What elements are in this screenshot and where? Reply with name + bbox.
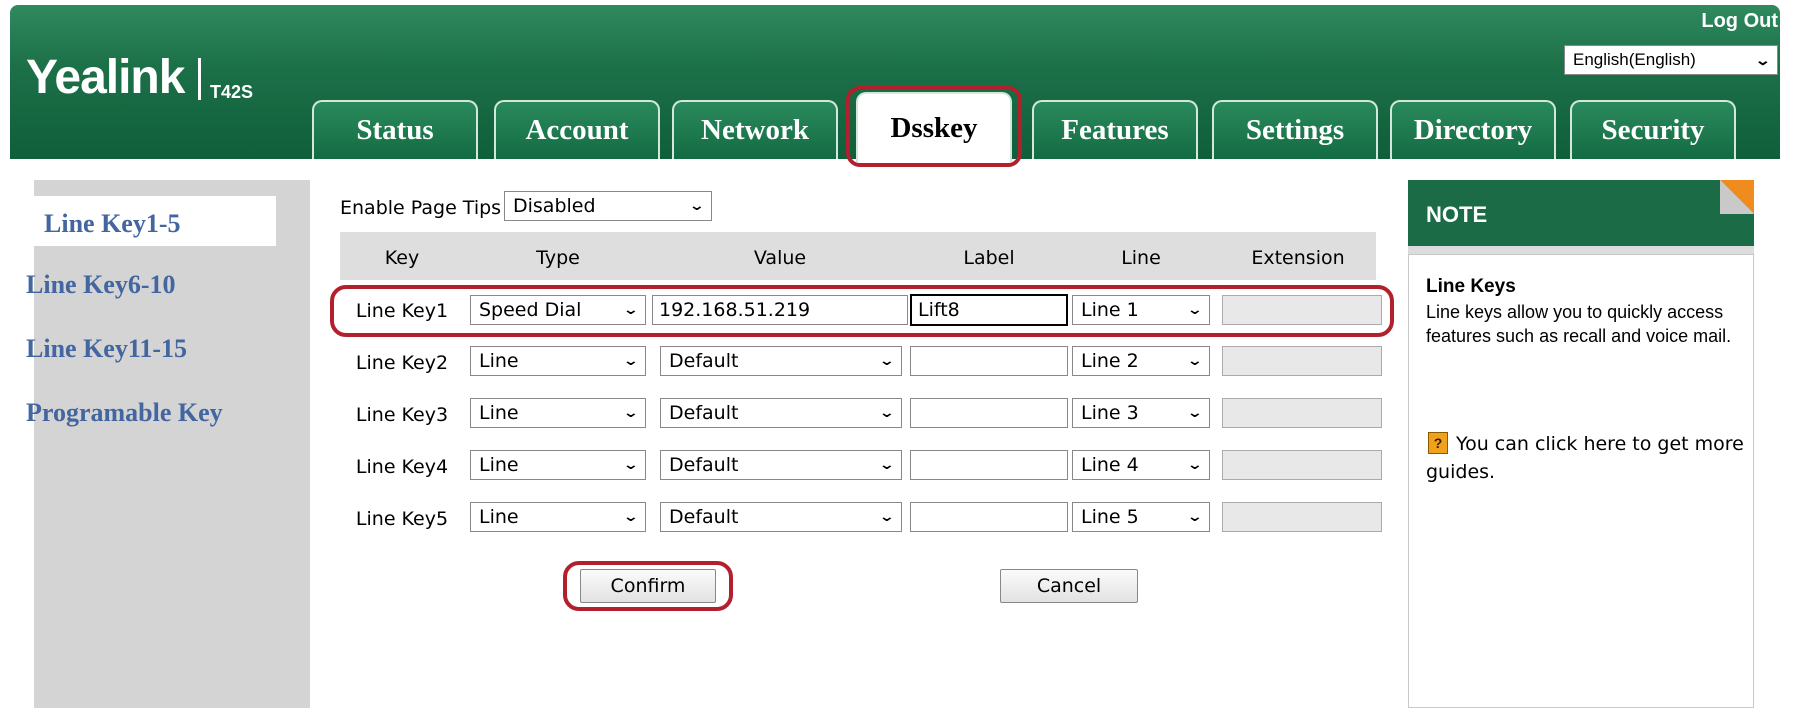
sidebar-item-line-key1-5[interactable]: Line Key1-5: [26, 196, 276, 246]
tab-status[interactable]: Status: [312, 100, 478, 159]
chevron-down-icon: ⌄: [622, 405, 640, 421]
chevron-down-icon: ⌄: [878, 405, 896, 421]
value-select[interactable]: Default ⌄: [660, 502, 902, 532]
tab-security[interactable]: Security: [1570, 100, 1736, 159]
model-label: T42S: [210, 82, 254, 102]
page-tips-label: Enable Page Tips: [340, 197, 502, 219]
chevron-down-icon: ⌄: [878, 457, 896, 473]
line-select[interactable]: Line 1 ⌄: [1072, 295, 1210, 325]
type-select[interactable]: Speed Dial ⌄: [470, 295, 646, 325]
value-value: Default: [669, 350, 739, 372]
column-key: Key: [384, 247, 420, 269]
chevron-down-icon: ⌄: [1754, 51, 1772, 68]
chevron-down-icon: ⌄: [622, 353, 640, 369]
column-extension: Extension: [1251, 247, 1345, 269]
line-select[interactable]: Line 2 ⌄: [1072, 346, 1210, 376]
label-input[interactable]: [910, 450, 1068, 480]
extension-input[interactable]: [1222, 295, 1382, 325]
sidebar-item-line-key11-15[interactable]: Line Key11-15: [26, 334, 187, 364]
column-type: Type: [536, 247, 580, 269]
brand-logo: Yealink: [26, 51, 185, 104]
value-value: Default: [669, 402, 739, 424]
row-key-label: Line Key4: [355, 456, 449, 478]
language-value: English(English): [1573, 50, 1696, 69]
line-value: Line 2: [1081, 350, 1139, 372]
line-value: Line 3: [1081, 402, 1139, 424]
type-select[interactable]: Line ⌄: [470, 398, 646, 428]
chevron-down-icon: ⌄: [688, 198, 706, 214]
line-select[interactable]: Line 5 ⌄: [1072, 502, 1210, 532]
tab-account[interactable]: Account: [494, 100, 660, 159]
confirm-button[interactable]: Confirm: [580, 569, 716, 603]
left-sidebar: [34, 180, 310, 708]
type-select[interactable]: Line ⌄: [470, 346, 646, 376]
value-value: Default: [669, 506, 739, 528]
language-select[interactable]: English(English) ⌄: [1564, 45, 1778, 75]
sidebar-item-programable-key[interactable]: Programable Key: [26, 398, 223, 428]
extension-input[interactable]: [1222, 502, 1382, 532]
column-line: Line: [1121, 247, 1161, 269]
type-select[interactable]: Line ⌄: [470, 450, 646, 480]
chevron-down-icon: ⌄: [878, 353, 896, 369]
page-tips-select[interactable]: Disabled ⌄: [504, 191, 712, 221]
value-input[interactable]: 192.168.51.219: [652, 295, 908, 325]
help-icon: ?: [1428, 432, 1448, 454]
chevron-down-icon: ⌄: [878, 509, 896, 525]
value-value: Default: [669, 454, 739, 476]
line-select[interactable]: Line 4 ⌄: [1072, 450, 1210, 480]
label-input[interactable]: [910, 346, 1068, 376]
tab-network[interactable]: Network: [672, 100, 838, 159]
note-corner-fold: [1720, 180, 1754, 214]
extension-input[interactable]: [1222, 346, 1382, 376]
row-key-label: Line Key5: [355, 508, 449, 530]
chevron-down-icon: ⌄: [1186, 302, 1204, 318]
cancel-button[interactable]: Cancel: [1000, 569, 1138, 603]
value-select[interactable]: Default ⌄: [660, 450, 902, 480]
tab-features[interactable]: Features: [1032, 100, 1198, 159]
type-value: Line: [479, 402, 519, 424]
logo-divider: [198, 58, 201, 100]
extension-input[interactable]: [1222, 450, 1382, 480]
page-tips-value: Disabled: [513, 195, 596, 217]
chevron-down-icon: ⌄: [622, 509, 640, 525]
chevron-down-icon: ⌄: [1186, 509, 1204, 525]
note-heading: NOTE: [1408, 180, 1754, 246]
label-input[interactable]: [910, 398, 1068, 428]
chevron-down-icon: ⌄: [622, 457, 640, 473]
type-select[interactable]: Line ⌄: [470, 502, 646, 532]
note-text: Line keys allow you to quickly access fe…: [1426, 302, 1732, 346]
column-value: Value: [753, 247, 807, 269]
type-value: Line: [479, 350, 519, 372]
logout-link[interactable]: Log Out: [1701, 10, 1778, 33]
label-input[interactable]: Lift8: [910, 294, 1068, 326]
tab-dsskey[interactable]: Dsskey: [856, 92, 1012, 162]
column-label: Label: [963, 247, 1015, 269]
line-value: Line 5: [1081, 506, 1139, 528]
chevron-down-icon: ⌄: [1186, 405, 1204, 421]
chevron-down-icon: ⌄: [1186, 353, 1204, 369]
row-key-label: Line Key3: [355, 404, 449, 426]
value-select[interactable]: Default ⌄: [660, 346, 902, 376]
type-value: Line: [479, 506, 519, 528]
extension-input[interactable]: [1222, 398, 1382, 428]
line-select[interactable]: Line 3 ⌄: [1072, 398, 1210, 428]
more-guides-link[interactable]: You can click here to get more guides.: [1426, 430, 1746, 486]
line-value: Line 1: [1081, 299, 1139, 321]
label-input[interactable]: [910, 502, 1068, 532]
sidebar-item-line-key6-10[interactable]: Line Key6-10: [26, 270, 176, 300]
line-value: Line 4: [1081, 454, 1139, 476]
value-select[interactable]: Default ⌄: [660, 398, 902, 428]
chevron-down-icon: ⌄: [622, 302, 640, 318]
note-title: Line Keys: [1426, 276, 1516, 297]
type-value: Line: [479, 454, 519, 476]
row-key-label: Line Key2: [355, 352, 449, 374]
tab-settings[interactable]: Settings: [1212, 100, 1378, 159]
row-key-label: Line Key1: [355, 300, 449, 322]
tab-directory[interactable]: Directory: [1390, 100, 1556, 159]
type-value: Speed Dial: [479, 299, 582, 321]
chevron-down-icon: ⌄: [1186, 457, 1204, 473]
